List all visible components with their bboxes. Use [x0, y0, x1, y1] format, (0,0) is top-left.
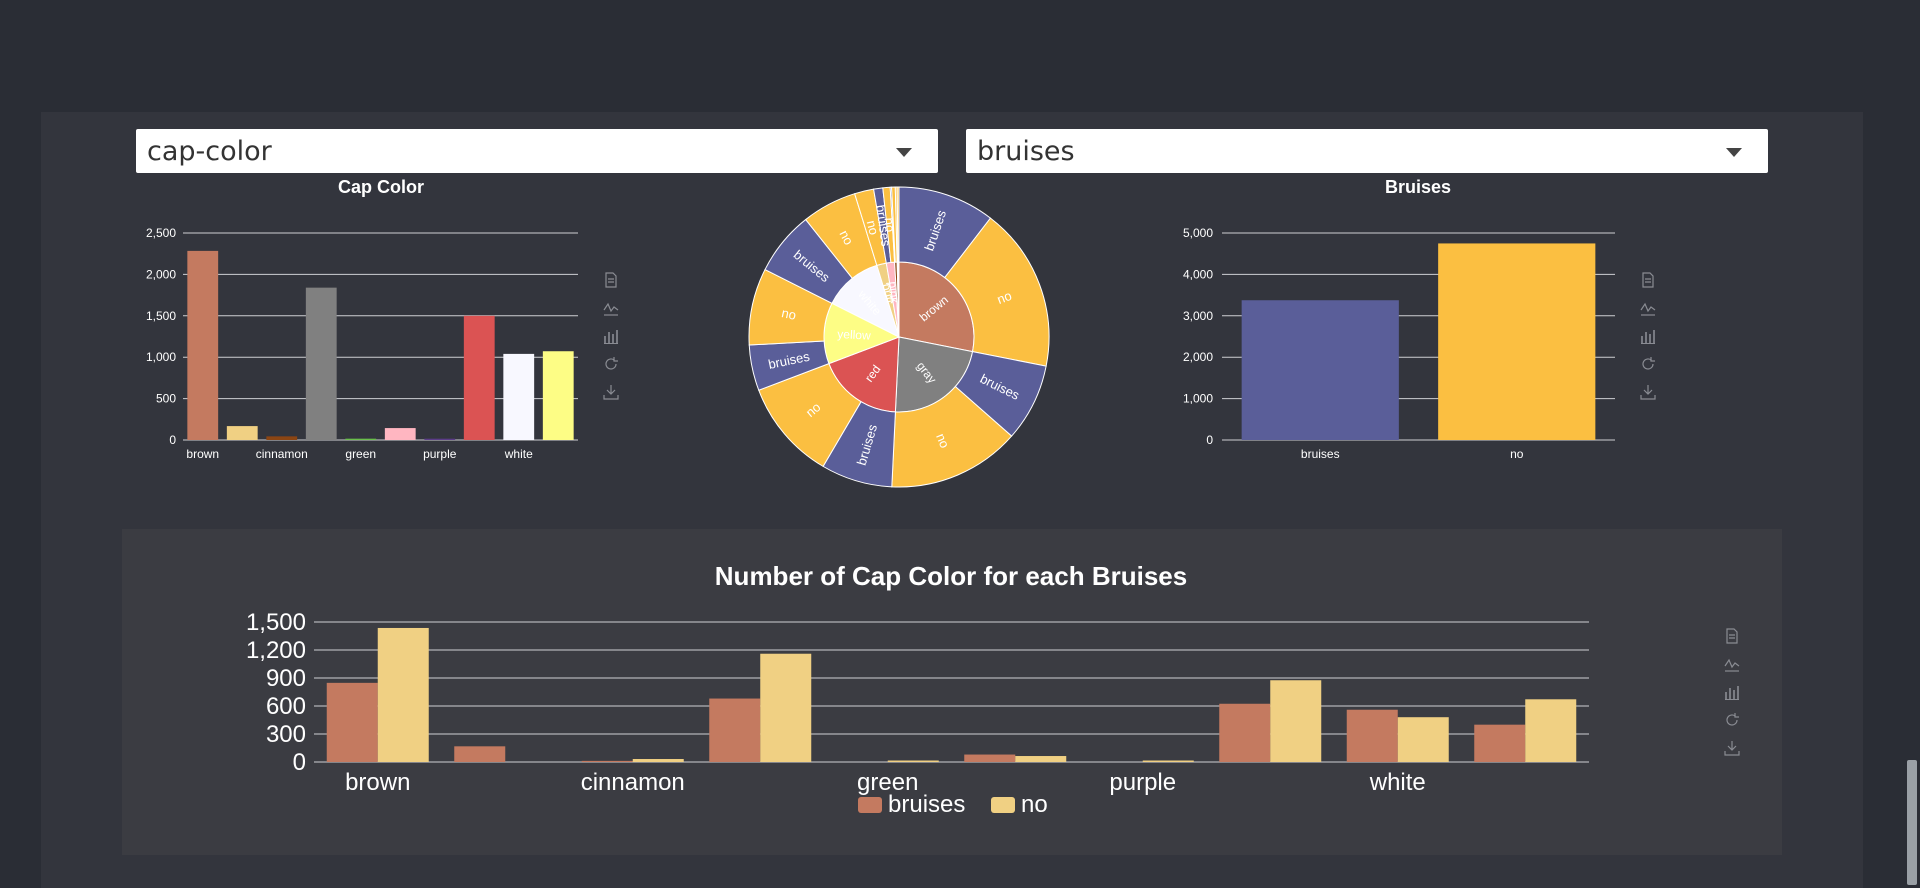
x-tick-label: white — [1369, 769, 1426, 796]
bar — [503, 353, 535, 440]
cap-color-chart: Cap Color 0 500 1,000 1,500 2,000 2,500 brown c… — [146, 177, 578, 461]
bar — [1525, 699, 1577, 762]
legend-label: bruises — [888, 791, 965, 818]
y-tick-label: 1,200 — [246, 637, 306, 664]
chart-title: Bruises — [1385, 177, 1451, 197]
x-tick-label: white — [504, 447, 533, 461]
scrollbar-thumb[interactable] — [1907, 760, 1917, 885]
y-tick-label: 2,000 — [146, 267, 176, 281]
line-chart-icon[interactable] — [603, 300, 619, 316]
legend-swatch — [858, 797, 882, 813]
y-tick-label: 5,000 — [1183, 226, 1213, 240]
bar-chart-icon[interactable] — [1724, 684, 1740, 700]
bar — [1219, 703, 1271, 762]
x-tick-label: bruises — [1301, 447, 1340, 461]
save-image-icon[interactable] — [1724, 740, 1740, 756]
bar — [1397, 717, 1449, 762]
bar — [1474, 724, 1526, 762]
y-tick-label: 300 — [266, 721, 306, 748]
bar — [1241, 300, 1399, 440]
y-tick-label: 0 — [293, 749, 306, 776]
data-view-icon[interactable] — [603, 272, 619, 288]
data-view-icon[interactable] — [1640, 272, 1656, 288]
data-view-icon[interactable] — [1724, 628, 1740, 644]
x-tick-label: purple — [1109, 769, 1176, 796]
x-tick-label: brown — [186, 447, 219, 461]
line-chart-icon[interactable] — [1724, 656, 1740, 672]
chart-title: Cap Color — [338, 177, 424, 197]
x-tick-label: brown — [345, 769, 410, 796]
sunburst-chart: brownbruisesnogray bruisesnoredbruisesnoy… — [748, 186, 1050, 488]
legend-label: no — [1021, 791, 1048, 818]
x-tick-label: purple — [423, 447, 457, 461]
y-tick-label: 600 — [266, 693, 306, 720]
grouped-bar-chart: Number of Cap Color for each Bruises 030… — [246, 561, 1589, 818]
bruises-chart: Bruises 0 1,000 2,000 3,000 4,000 5,000 bruise… — [1183, 177, 1615, 461]
y-tick-label: 1,000 — [146, 350, 176, 364]
y-tick-label: 2,500 — [146, 226, 176, 240]
bar — [454, 746, 506, 762]
x-tick-label: no — [1510, 447, 1524, 461]
y-tick-label: 1,500 — [246, 609, 306, 636]
chart-title: Number of Cap Color for each Bruises — [715, 561, 1187, 591]
save-image-icon[interactable] — [1640, 384, 1656, 400]
x-tick-label: cinnamon — [581, 769, 685, 796]
line-chart-icon[interactable] — [1640, 300, 1656, 316]
chart-toolbox — [1724, 628, 1742, 768]
bar — [760, 653, 812, 762]
sunburst-label: pink — [885, 281, 902, 305]
bar — [226, 426, 258, 440]
bar — [887, 760, 939, 762]
y-tick-label: 0 — [169, 433, 176, 447]
bar-chart-icon[interactable] — [603, 328, 619, 344]
bar-chart-icon[interactable] — [1640, 328, 1656, 344]
page-scrollbar[interactable] — [1903, 0, 1920, 888]
bar — [1438, 243, 1596, 440]
y-tick-label: 3,000 — [1183, 309, 1213, 323]
restore-icon[interactable] — [1724, 712, 1740, 728]
restore-icon[interactable] — [603, 356, 619, 372]
bar — [632, 759, 684, 762]
x-tick-label: cinnamon — [256, 447, 308, 461]
bar — [1346, 709, 1398, 762]
save-image-icon[interactable] — [603, 384, 619, 400]
bar — [581, 760, 633, 762]
y-tick-label: 500 — [156, 392, 176, 406]
bar — [187, 250, 219, 440]
sunburst-label: yellow — [837, 327, 871, 343]
bar — [266, 436, 298, 440]
y-tick-label: 2,000 — [1183, 350, 1213, 364]
x-tick-label: green — [345, 447, 376, 461]
bar — [1270, 680, 1322, 762]
chart-toolbox — [603, 272, 621, 412]
y-tick-label: 900 — [266, 665, 306, 692]
y-tick-label: 4,000 — [1183, 267, 1213, 281]
restore-icon[interactable] — [1640, 356, 1656, 372]
chart-toolbox — [1640, 272, 1658, 412]
charts-canvas: Cap Color 0 500 1,000 1,500 2,000 2,500 brown c… — [146, 177, 1615, 818]
bar — [542, 351, 574, 440]
bar — [709, 698, 761, 762]
y-tick-label: 0 — [1206, 433, 1213, 447]
bar — [964, 754, 1016, 762]
legend-swatch — [991, 797, 1015, 813]
sunburst-label: no — [780, 305, 797, 323]
y-tick-label: 1,500 — [146, 309, 176, 323]
bar — [1142, 760, 1194, 762]
bar — [305, 287, 337, 440]
bar — [345, 438, 377, 440]
bar — [326, 682, 378, 762]
y-tick-label: 1,000 — [1183, 392, 1213, 406]
bar — [424, 438, 456, 440]
bar — [377, 627, 429, 762]
bar — [463, 315, 495, 440]
bar — [384, 428, 416, 440]
bar — [1015, 756, 1067, 762]
